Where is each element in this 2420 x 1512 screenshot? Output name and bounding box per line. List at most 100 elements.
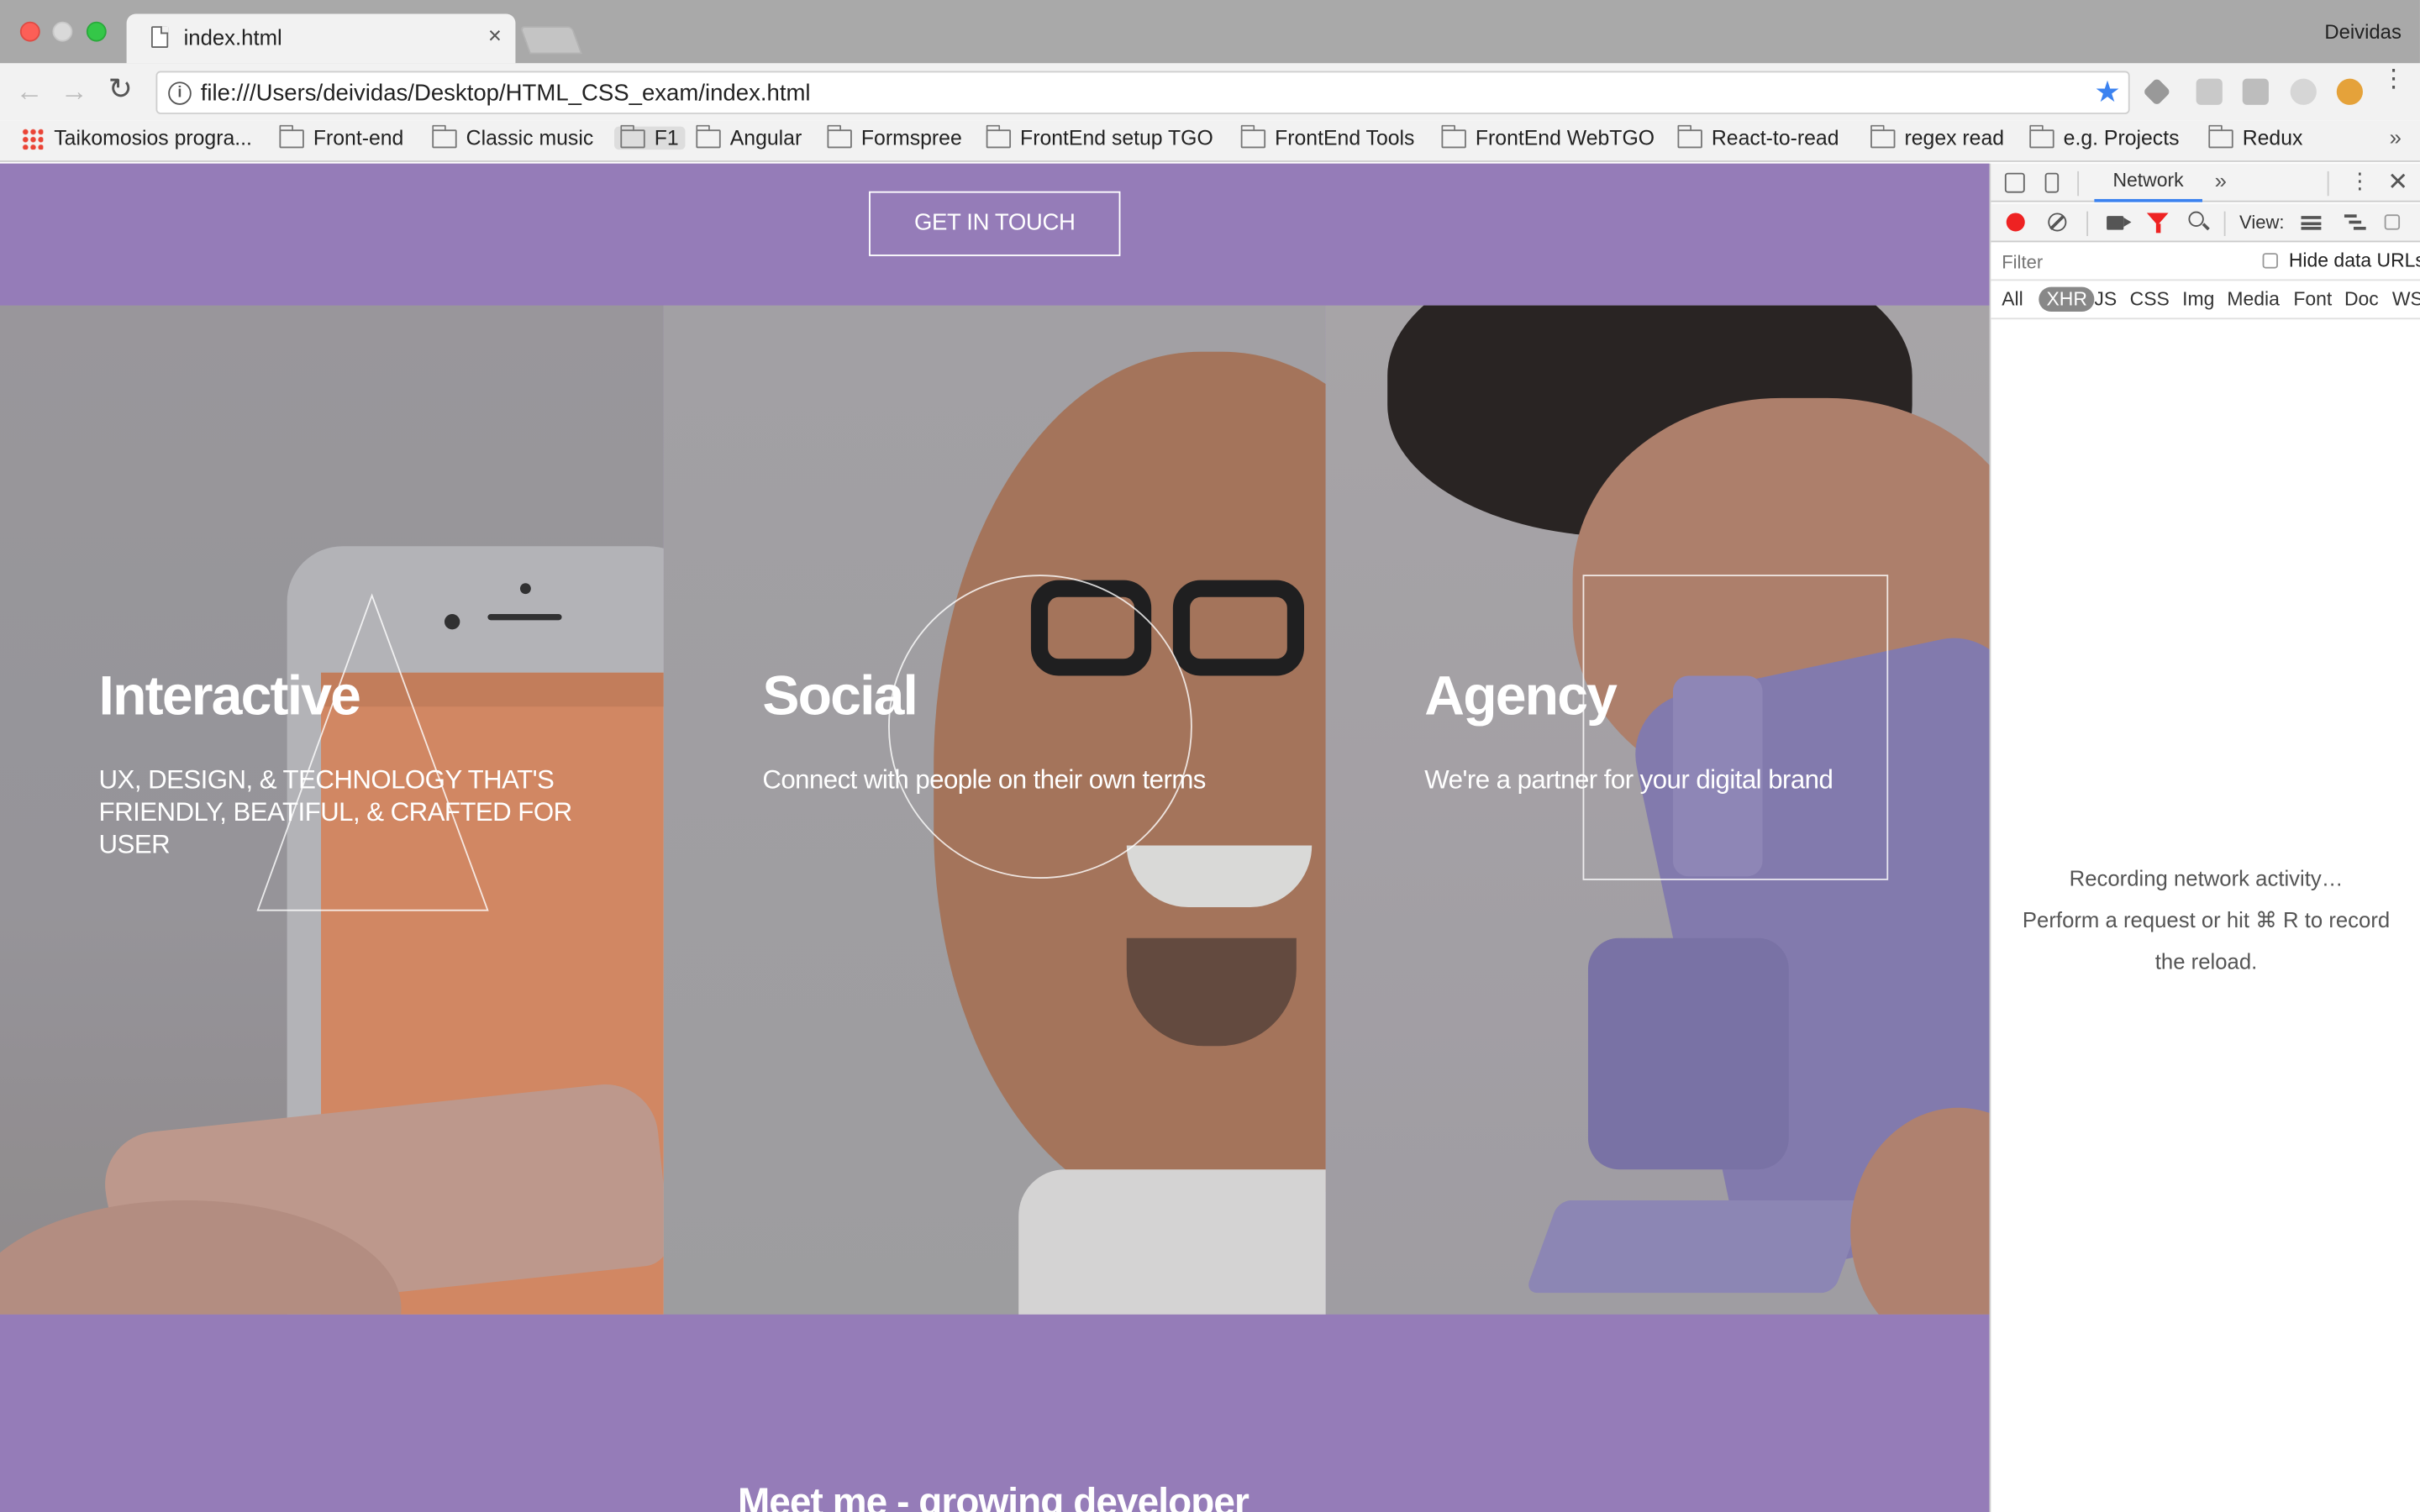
extension-ticket-icon[interactable] [2242, 78, 2269, 105]
folder-icon [1870, 123, 1896, 148]
bookmark-folder[interactable]: Formspree [827, 123, 962, 150]
tab-network[interactable]: Network [2094, 170, 2202, 202]
folder-icon [620, 123, 645, 148]
bookmark-folder[interactable]: F1 [614, 123, 686, 150]
camera-icon[interactable] [2107, 216, 2132, 230]
browser-menu-icon[interactable]: ⋮ [2381, 67, 2406, 92]
extension-cookie-icon[interactable] [2336, 78, 2363, 105]
tab-title: index.html [183, 24, 282, 50]
type-filter-js[interactable]: JS [2094, 288, 2117, 310]
panel-interactive: Interactive UX, DESIGN, & TECHNOLOGY THA… [0, 305, 664, 1315]
type-filter-media[interactable]: Media [2227, 288, 2280, 310]
panel-title: Interactive [98, 663, 361, 727]
feature-panels: Interactive UX, DESIGN, & TECHNOLOGY THA… [0, 305, 1990, 1315]
window-titlebar: index.html × Deividas [0, 0, 2420, 64]
bookmark-apps[interactable]: Taikomosios progra... [21, 126, 252, 150]
panel-text: We're a partner for your digital brand [1424, 765, 1833, 795]
devtools-tabbar: Network » ⋮ ✕ [1991, 163, 2420, 202]
type-filter-css[interactable]: CSS [2130, 288, 2170, 310]
bookmark-folder[interactable]: Front-end [279, 123, 403, 150]
divider [2327, 171, 2329, 197]
devtools-menu-icon[interactable]: ⋮ [2349, 168, 2370, 194]
bookmark-folder[interactable]: Redux [2208, 123, 2303, 150]
folder-icon [986, 123, 1012, 148]
bookmark-label: React-to-read [1711, 126, 1839, 150]
folder-icon [2208, 123, 2233, 148]
window-close-button[interactable] [19, 21, 40, 42]
window-minimize-button[interactable] [52, 21, 73, 42]
more-tabs-icon[interactable]: » [2215, 168, 2227, 192]
get-in-touch-button[interactable]: GET IN TOUCH [869, 191, 1121, 256]
empty-line: the reload. [2154, 948, 2258, 974]
network-toolbar: View: [1991, 203, 2420, 243]
apps-grid-icon [21, 127, 44, 150]
bookmark-label: F1 [654, 126, 679, 150]
folder-icon [1677, 123, 1702, 148]
back-icon[interactable]: ← [15, 76, 43, 107]
type-filter-font[interactable]: Font [2293, 288, 2332, 310]
bookmark-folder[interactable]: Classic music [432, 123, 594, 150]
close-icon[interactable]: ✕ [2387, 166, 2408, 197]
bookmark-label: Classic music [466, 126, 594, 150]
device-toolbar-icon[interactable] [2044, 172, 2060, 193]
bookmark-folder[interactable]: e.g. Projects [2029, 123, 2180, 150]
cta-section: GET IN TOUCH [0, 163, 1990, 306]
browser-tab[interactable]: index.html × [126, 13, 516, 64]
filter-input[interactable] [1994, 246, 2244, 278]
panel-agency: Agency We're a partner for your digital … [1325, 305, 1990, 1315]
panel-text: Connect with people on their own terms [762, 765, 1206, 795]
empty-state-message: Recording network activity… Perform a re… [1991, 858, 2420, 983]
bookmarks-overflow-icon[interactable]: » [2390, 125, 2402, 150]
inspect-element-icon[interactable] [2004, 172, 2025, 193]
bookmark-star-icon[interactable]: ★ [2094, 76, 2120, 111]
bookmark-label: FrontEnd setup TGO [1020, 126, 1213, 150]
bookmark-label: e.g. Projects [2063, 126, 2180, 150]
bookmark-label: Redux [2242, 126, 2303, 150]
profile-name[interactable]: Deividas [2324, 20, 2402, 44]
bookmark-label: Formspree [860, 126, 962, 150]
group-by-frame-checkbox[interactable] [2384, 214, 2401, 230]
panel-title: Agency [1424, 663, 1618, 727]
type-filter-img[interactable]: Img [2182, 288, 2214, 310]
extension-grid-icon[interactable] [2196, 78, 2223, 105]
type-filter-xhr[interactable]: XHR [2039, 286, 2096, 312]
bookmark-folder[interactable]: FrontEnd setup TGO [986, 123, 1213, 150]
circle-outline-icon [888, 575, 1192, 879]
bookmark-folder[interactable]: FrontEnd Tools [1240, 123, 1414, 150]
bookmark-label: FrontEnd WebTGO [1475, 126, 1655, 150]
divider [2077, 171, 2080, 197]
bookmark-folder[interactable]: FrontEnd WebTGO [1441, 123, 1655, 150]
hide-data-urls-checkbox[interactable] [2262, 253, 2278, 269]
hide-data-urls-label[interactable]: Hide data URLs [2289, 250, 2420, 272]
list-view-icon[interactable] [2301, 216, 2322, 230]
reload-icon[interactable]: ↻ [108, 75, 133, 107]
type-filter-ws[interactable]: WS [2392, 288, 2420, 310]
window-maximize-button[interactable] [86, 21, 107, 42]
tab-close-icon[interactable]: × [488, 24, 502, 50]
address-bar[interactable]: i file:///Users/deividas/Desktop/HTML_CS… [155, 71, 2130, 114]
search-icon[interactable] [2188, 211, 2204, 227]
panel-social: Social Connect with people on their own … [663, 305, 1326, 1315]
divider [2086, 211, 2089, 237]
resource-type-filters: All XHR JS CSS Img Media Font Doc WS [1991, 282, 2420, 320]
clear-icon[interactable] [2048, 213, 2067, 232]
bookmark-folder[interactable]: Angular [696, 123, 802, 150]
waterfall-view-icon[interactable] [2344, 214, 2366, 231]
extension-react-icon[interactable] [2290, 78, 2317, 105]
folder-icon [827, 123, 852, 148]
type-filter-doc[interactable]: Doc [2344, 288, 2379, 310]
info-icon[interactable]: i [168, 81, 192, 105]
bookmark-folder[interactable]: regex read [1870, 123, 2004, 150]
bookmarks-bar: Taikomosios progra... Front-end Classic … [0, 120, 2420, 162]
folder-icon [1240, 123, 1266, 148]
type-filter-all[interactable]: All [2002, 288, 2023, 310]
extension-layers-icon[interactable] [2142, 77, 2171, 107]
record-icon[interactable] [2006, 213, 2025, 232]
forward-icon[interactable]: → [60, 76, 88, 107]
url-text[interactable]: file:///Users/deividas/Desktop/HTML_CSS_… [201, 81, 811, 107]
bookmark-label: Taikomosios progra... [54, 126, 252, 150]
new-tab-button[interactable] [519, 26, 582, 55]
filter-icon[interactable] [2146, 213, 2169, 234]
bookmark-folder[interactable]: React-to-read [1677, 123, 1839, 150]
divider [2223, 211, 2226, 237]
